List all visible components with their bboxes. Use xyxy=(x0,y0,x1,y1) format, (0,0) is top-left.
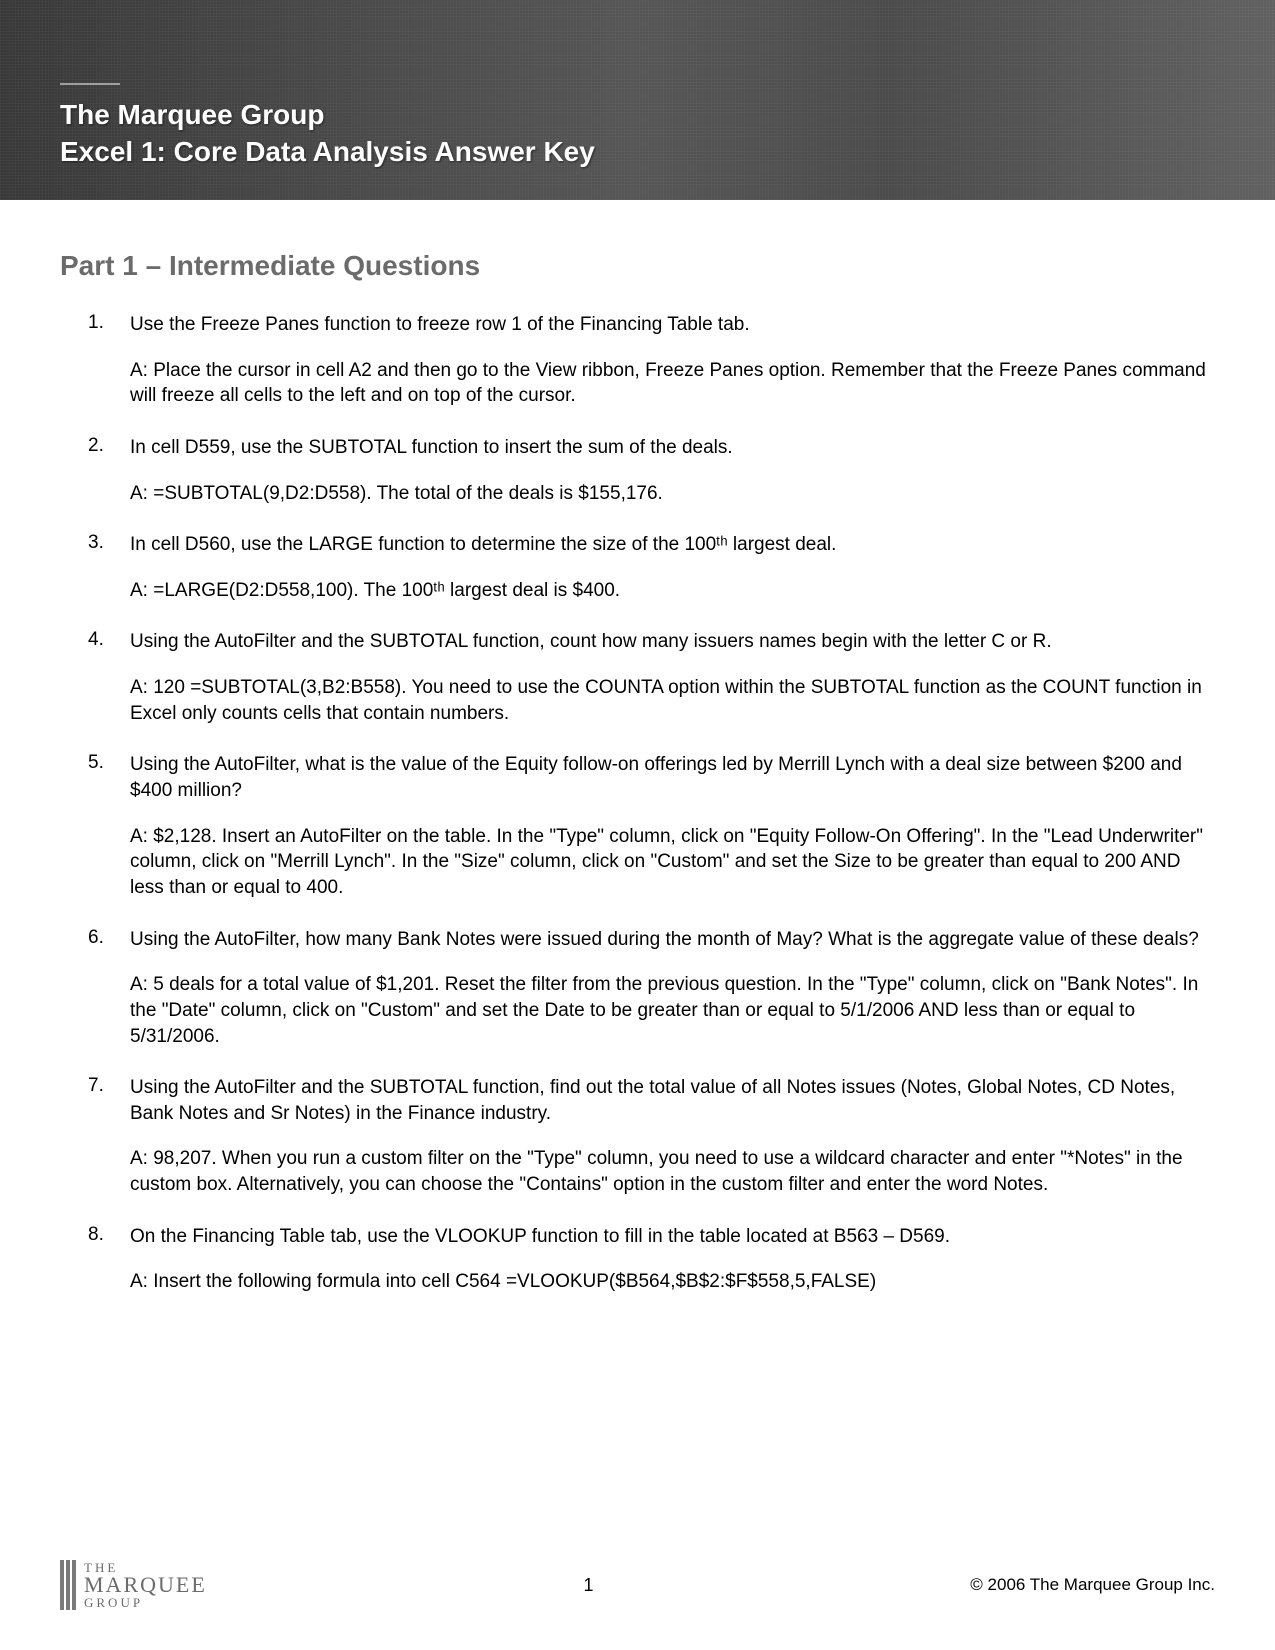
answer-text: A: =SUBTOTAL(9,D2:D558). The total of th… xyxy=(130,481,1215,507)
question-item: 2. In cell D559, use the SUBTOTAL functi… xyxy=(130,435,1215,506)
answer-text: A: Insert the following formula into cel… xyxy=(130,1269,1215,1295)
main-content: Part 1 – Intermediate Questions 1. Use t… xyxy=(0,200,1275,1295)
question-item: 4. Using the AutoFilter and the SUBTOTAL… xyxy=(130,629,1215,726)
question-item: 1. Use the Freeze Panes function to free… xyxy=(130,312,1215,409)
question-text: In cell D560, use the LARGE function to … xyxy=(130,532,1215,558)
question-text: Using the AutoFilter, how many Bank Note… xyxy=(130,927,1215,953)
answer-text: A: $2,128. Insert an AutoFilter on the t… xyxy=(130,824,1215,901)
question-item: 5. Using the AutoFilter, what is the val… xyxy=(130,752,1215,900)
logo-group: GROUP xyxy=(84,1596,207,1609)
copyright: © 2006 The Marquee Group Inc. xyxy=(970,1575,1215,1595)
question-number: 3. xyxy=(88,532,104,554)
banner-title: The Marquee Group xyxy=(60,97,1215,133)
banner-subtitle: Excel 1: Core Data Analysis Answer Key xyxy=(60,134,1215,170)
question-list: 1. Use the Freeze Panes function to free… xyxy=(60,312,1215,1295)
question-number: 7. xyxy=(88,1075,104,1097)
answer-text: A: 98,207. When you run a custom filter … xyxy=(130,1146,1215,1197)
question-text: Using the AutoFilter and the SUBTOTAL fu… xyxy=(130,629,1215,655)
answer-text: A: Place the cursor in cell A2 and then … xyxy=(130,358,1215,409)
question-number: 2. xyxy=(88,435,104,457)
answer-text: A: 5 deals for a total value of $1,201. … xyxy=(130,972,1215,1049)
question-text: Using the AutoFilter, what is the value … xyxy=(130,752,1215,803)
question-text: In cell D559, use the SUBTOTAL function … xyxy=(130,435,1215,461)
question-item: 7. Using the AutoFilter and the SUBTOTAL… xyxy=(130,1075,1215,1198)
answer-text: A: 120 =SUBTOTAL(3,B2:B558). You need to… xyxy=(130,675,1215,726)
question-number: 8. xyxy=(88,1224,104,1246)
question-number: 5. xyxy=(88,752,104,774)
question-text: On the Financing Table tab, use the VLOO… xyxy=(130,1224,1215,1250)
footer-logo: THE MARQUEE GROUP xyxy=(60,1560,207,1610)
logo-bars-icon xyxy=(60,1560,76,1610)
question-number: 4. xyxy=(88,629,104,651)
question-text: Use the Freeze Panes function to freeze … xyxy=(130,312,1215,338)
question-item: 3. In cell D560, use the LARGE function … xyxy=(130,532,1215,603)
question-item: 8. On the Financing Table tab, use the V… xyxy=(130,1224,1215,1295)
logo-marquee: MARQUEE xyxy=(84,1574,207,1596)
header-banner: The Marquee Group Excel 1: Core Data Ana… xyxy=(0,0,1275,200)
question-number: 6. xyxy=(88,927,104,949)
banner-divider xyxy=(60,83,120,85)
logo-text: THE MARQUEE GROUP xyxy=(84,1561,207,1609)
question-number: 1. xyxy=(88,312,104,334)
question-text: Using the AutoFilter and the SUBTOTAL fu… xyxy=(130,1075,1215,1126)
answer-text: A: =LARGE(D2:D558,100). The 100ᵗʰ larges… xyxy=(130,578,1215,604)
page-number: 1 xyxy=(584,1575,594,1596)
footer: THE MARQUEE GROUP 1 © 2006 The Marquee G… xyxy=(0,1560,1275,1610)
section-heading: Part 1 – Intermediate Questions xyxy=(60,250,1215,282)
question-item: 6. Using the AutoFilter, how many Bank N… xyxy=(130,927,1215,1050)
